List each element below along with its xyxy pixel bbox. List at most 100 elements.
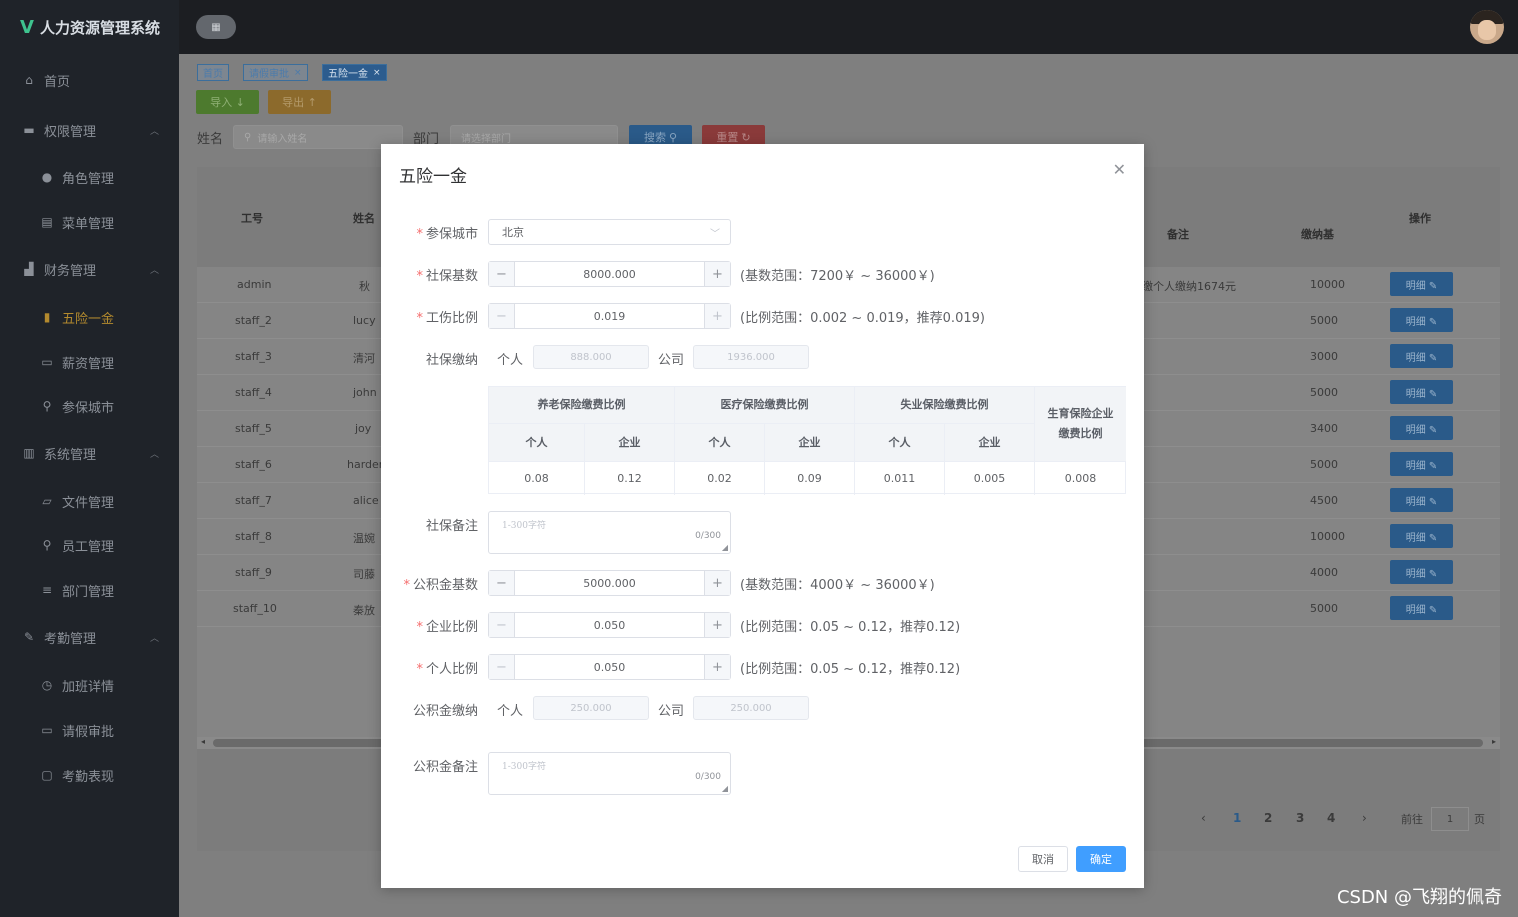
page-3[interactable]: 3 [1296,811,1304,825]
sidebar-item-salary[interactable]: ▭ 薪资管理 [0,342,179,382]
resize-handle-icon[interactable]: ◢ [722,543,728,552]
detail-button[interactable]: 明细 ✎ [1390,344,1453,368]
sidebar-item-city[interactable]: ⚲ 参保城市 [0,386,179,426]
decrement-button[interactable]: − [489,613,515,637]
detail-button[interactable]: 明细 ✎ [1390,596,1453,620]
cell-base: 5000 [1310,458,1338,471]
fund-base-value[interactable]: 5000.000 [515,571,704,595]
social-note-counter: 0/300 [695,531,721,541]
sidebar-item-permission[interactable]: ▬ 权限管理 ︿ [0,110,179,150]
increment-button[interactable]: + [704,613,730,637]
required-mark: * [416,662,423,677]
next-page-icon[interactable]: › [1362,811,1367,825]
confirm-button[interactable]: 确定 [1076,846,1126,872]
detail-button[interactable]: 明细 ✎ [1390,272,1453,296]
cell-id: staff_8 [235,530,272,543]
social-base-stepper[interactable]: − 8000.000 + [488,261,731,287]
sidebar-item-overtime[interactable]: ◷ 加班详情 [0,665,179,705]
detail-button[interactable]: 明细 ✎ [1390,488,1453,512]
person-icon: ⚲ [42,538,52,552]
sidebar-item-files[interactable]: ▱ 文件管理 [0,481,179,521]
name-search-input[interactable]: ⚲ 请输入姓名 [233,125,403,149]
sidebar-item-departments[interactable]: ≡ 部门管理 [0,570,179,610]
goto-page-input[interactable]: 1 [1431,807,1469,831]
injury-ratio-value[interactable]: 0.019 [515,304,704,328]
city-select[interactable]: 北京 ﹀ [488,219,731,245]
scroll-right-icon[interactable]: ▸ [1492,737,1496,746]
company-ratio-stepper[interactable]: − 0.050 + [488,612,731,638]
close-icon[interactable]: × [373,68,381,78]
sidebar-item-employees[interactable]: ⚲ 员工管理 [0,525,179,565]
social-base-label: * 社保基数 [381,265,478,284]
sidebar-item-label: 员工管理 [62,539,115,555]
close-icon[interactable]: × [294,68,302,78]
fund-note-label: 公积金备注 [412,760,478,775]
injury-ratio-stepper[interactable]: − 0.019 + [488,303,731,329]
unemployment-header: 失业保险缴费比例 [855,387,1035,424]
page-4[interactable]: 4 [1327,811,1335,825]
cell-base: 10000 [1310,278,1345,291]
sidebar-item-home[interactable]: ⌂ 首页 [0,60,179,100]
detail-button[interactable]: 明细 ✎ [1390,308,1453,332]
cell-remark: 缴个人缴纳1674元 [1142,280,1236,293]
user-avatar[interactable] [1470,10,1504,44]
personal-ratio-value[interactable]: 0.050 [515,655,704,679]
cell-name: harden [347,458,386,471]
sidebar-item-attendance[interactable]: ✎ 考勤管理 ︿ [0,617,179,657]
page-1[interactable]: 1 [1233,811,1241,825]
detail-button[interactable]: 明细 ✎ [1390,560,1453,584]
sidebar-item-menus[interactable]: ▤ 菜单管理 [0,202,179,242]
increment-button[interactable]: + [704,304,730,328]
increment-button[interactable]: + [704,571,730,595]
company-ratio-label: * 企业比例 [381,616,478,635]
import-button[interactable]: 导入 ↓ [196,90,259,114]
tab-leave[interactable]: 请假审批 × [243,64,308,81]
required-mark: * [416,269,423,284]
folder-icon: ▱ [42,494,52,508]
cell-name: alice [353,494,379,507]
tab-home[interactable]: 首页 [197,64,229,81]
app-logo[interactable]: V 人力资源管理系统 [0,0,179,54]
unemployment-personal-header: 个人 [855,424,945,462]
resize-handle-icon[interactable]: ◢ [722,784,728,793]
social-note-textarea[interactable]: 1-300字符 0/300 ◢ [488,511,731,554]
increment-button[interactable]: + [704,655,730,679]
cancel-button[interactable]: 取消 [1018,846,1068,872]
social-base-value[interactable]: 8000.000 [515,262,704,286]
page-2[interactable]: 2 [1264,811,1272,825]
fund-note-placeholder: 1-300字符 [502,762,546,772]
pension-company-value: 0.12 [585,462,675,495]
scroll-left-icon[interactable]: ◂ [201,737,205,746]
tab-insurance[interactable]: 五险一金 × [322,64,387,81]
pension-header: 养老保险缴费比例 [489,387,675,424]
sidebar-item-system[interactable]: ▥ 系统管理 ︿ [0,433,179,473]
sidebar-item-leave[interactable]: ▭ 请假审批 [0,710,179,750]
prev-page-icon[interactable]: ‹ [1201,811,1206,825]
name-placeholder: 请输入姓名 [257,133,308,145]
increment-button[interactable]: + [704,262,730,286]
detail-button[interactable]: 明细 ✎ [1390,416,1453,440]
personal-ratio-stepper[interactable]: − 0.050 + [488,654,731,680]
decrement-button[interactable]: − [489,304,515,328]
close-icon[interactable]: ✕ [1113,160,1126,179]
fund-base-stepper[interactable]: − 5000.000 + [488,570,731,596]
sidebar-item-roles[interactable]: ● 角色管理 [0,157,179,197]
detail-button[interactable]: 明细 ✎ [1390,380,1453,404]
export-button[interactable]: 导出 ↑ [268,90,331,114]
chart-icon: ▟ [24,262,34,276]
detail-button[interactable]: 明细 ✎ [1390,452,1453,476]
unemployment-personal-value: 0.011 [855,462,945,495]
menu-toggle-button[interactable]: ▦ [196,15,236,39]
decrement-button[interactable]: − [489,571,515,595]
cell-name: 秦放 [353,604,375,617]
sidebar-item-insurance[interactable]: ▮ 五险一金 [0,297,179,337]
cell-base: 5000 [1310,602,1338,615]
decrement-button[interactable]: − [489,262,515,286]
fund-note-textarea[interactable]: 1-300字符 0/300 ◢ [488,752,731,795]
sidebar-item-finance[interactable]: ▟ 财务管理 ︿ [0,249,179,289]
sidebar-item-attendance-report[interactable]: ▢ 考勤表现 [0,755,179,795]
cell-id: staff_6 [235,458,272,471]
company-ratio-value[interactable]: 0.050 [515,613,704,637]
detail-button[interactable]: 明细 ✎ [1390,524,1453,548]
decrement-button[interactable]: − [489,655,515,679]
